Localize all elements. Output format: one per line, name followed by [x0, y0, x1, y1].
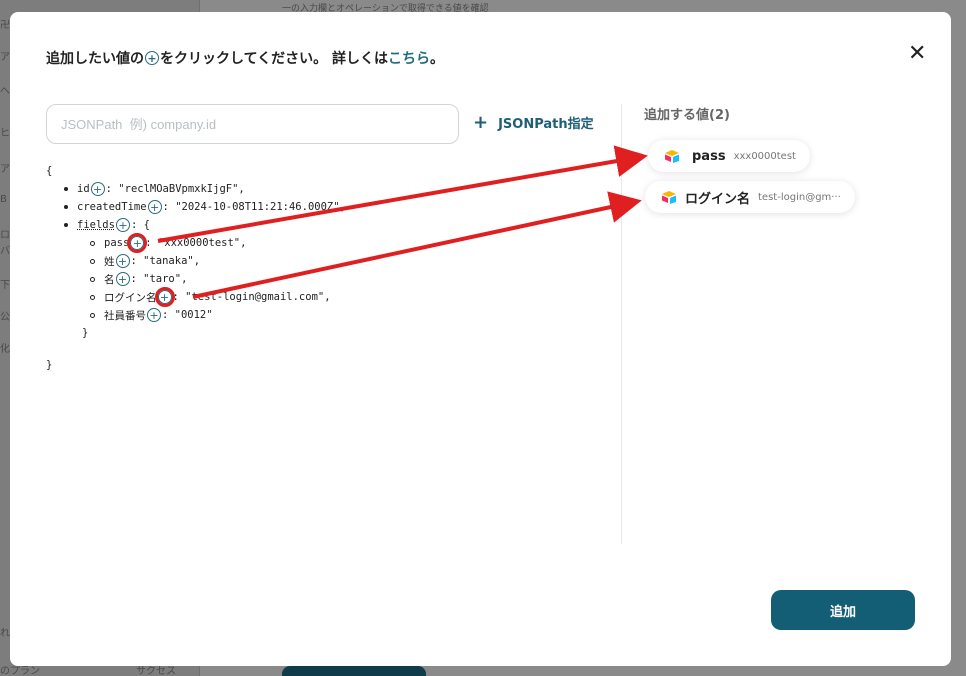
- add-value-icon[interactable]: +: [115, 272, 130, 286]
- close-icon[interactable]: ✕: [908, 43, 926, 65]
- plus-circle-icon: +: [145, 51, 159, 65]
- json-row-createdtime: createdTime + : "2024-10-08T11:21:46.000…: [64, 198, 346, 216]
- add-value-icon[interactable]: +: [154, 287, 175, 307]
- modal-dialog: 追加したい値の + をクリックしてください。 詳しくは こちら 。 ✕ + JS…: [10, 12, 951, 666]
- json-key: pass: [104, 237, 130, 249]
- add-button[interactable]: 追加: [771, 590, 915, 630]
- title-text: をクリックしてください。 詳しくは: [160, 51, 389, 67]
- added-value-chip[interactable]: ログイン名 test-login@gm···: [645, 181, 855, 213]
- bg-snippet: ヒ: [0, 128, 10, 139]
- json-value: : "2024-10-08T11:21:46.000Z",: [162, 201, 346, 213]
- json-row-field-login: ログイン名 + : "test-login@gmail.com",: [90, 287, 331, 307]
- json-value: : "test-login@gmail.com",: [172, 291, 331, 303]
- title-text: 。: [430, 51, 445, 67]
- json-value: : "xxx0000test",: [145, 237, 247, 249]
- bg-snippet: 卍: [0, 20, 10, 31]
- json-row-field-mei: 名 + : "taro",: [90, 270, 187, 288]
- json-value: : "tanaka",: [130, 255, 201, 267]
- added-values-title: 追加する値(2): [644, 108, 730, 123]
- background-button: [282, 666, 426, 676]
- add-value-icon[interactable]: +: [90, 182, 105, 196]
- json-row-field-employee: 社員番号 + : "0012": [90, 306, 213, 324]
- add-value-icon[interactable]: +: [147, 200, 162, 214]
- bg-snippet: れ: [0, 628, 10, 639]
- json-value: : {: [130, 219, 150, 231]
- json-row-id: id + : "reclMOaBVpmxkIjgF",: [64, 180, 245, 198]
- bg-snippet: 化: [0, 344, 10, 355]
- jsonpath-button[interactable]: + JSONPath指定: [473, 113, 594, 132]
- json-key: fields: [77, 219, 115, 231]
- chip-value: xxx0000test: [733, 150, 796, 162]
- added-value-chip[interactable]: pass xxx0000test: [648, 140, 810, 172]
- add-value-icon[interactable]: +: [115, 254, 130, 268]
- json-key: 社員番号: [104, 309, 146, 322]
- json-row-fields: fields + : {: [64, 216, 150, 234]
- json-value: : "0012": [162, 309, 213, 321]
- json-key: 名: [104, 273, 115, 286]
- bg-snippet: B: [0, 194, 7, 205]
- json-row-field-pass: pass + : "xxx0000test",: [90, 233, 247, 253]
- panel-divider: [621, 104, 622, 544]
- plus-icon: +: [473, 111, 489, 133]
- modal-title: 追加したい値の + をクリックしてください。 詳しくは こちら 。: [46, 48, 444, 68]
- title-text: 追加したい値の: [46, 51, 144, 67]
- list-bullet: [90, 312, 95, 318]
- bg-snippet: ア: [0, 52, 10, 63]
- bg-snippet: バ: [0, 246, 10, 257]
- bg-snippet: 下: [0, 280, 10, 291]
- list-bullet: [90, 294, 95, 300]
- json-brace: }: [82, 327, 89, 339]
- json-brace: {: [46, 165, 53, 177]
- list-bullet: [64, 187, 68, 191]
- add-value-icon[interactable]: +: [127, 233, 148, 253]
- airtable-icon: [665, 150, 679, 163]
- help-link[interactable]: こちら: [388, 48, 430, 68]
- bg-snippet: 公: [0, 312, 10, 323]
- list-bullet: [64, 205, 68, 209]
- list-bullet: [90, 240, 95, 246]
- add-value-icon[interactable]: +: [115, 218, 130, 232]
- json-brace: }: [46, 359, 53, 371]
- add-value-icon[interactable]: +: [147, 308, 161, 322]
- json-row-field-sei: 姓 + : "tanaka",: [90, 252, 200, 270]
- json-key: 姓: [104, 255, 115, 268]
- chip-value: test-login@gm···: [758, 191, 841, 203]
- chip-name: ログイン名: [685, 191, 751, 207]
- airtable-icon: [662, 191, 676, 204]
- list-bullet: [64, 223, 68, 227]
- json-key: createdTime: [77, 201, 147, 213]
- list-bullet: [90, 258, 95, 264]
- bg-snippet: ロ: [0, 230, 10, 241]
- json-key: id: [77, 183, 90, 195]
- bg-snippet: へ: [0, 86, 10, 97]
- bg-snippet: ア: [0, 164, 10, 175]
- chip-name: pass: [692, 148, 726, 164]
- json-value: : "reclMOaBVpmxkIjgF",: [105, 183, 245, 195]
- jsonpath-input[interactable]: [46, 104, 459, 144]
- json-key: ログイン名: [104, 291, 157, 304]
- jsonpath-button-label: JSONPath指定: [498, 117, 594, 132]
- json-value: : "taro",: [130, 273, 188, 285]
- list-bullet: [90, 276, 95, 282]
